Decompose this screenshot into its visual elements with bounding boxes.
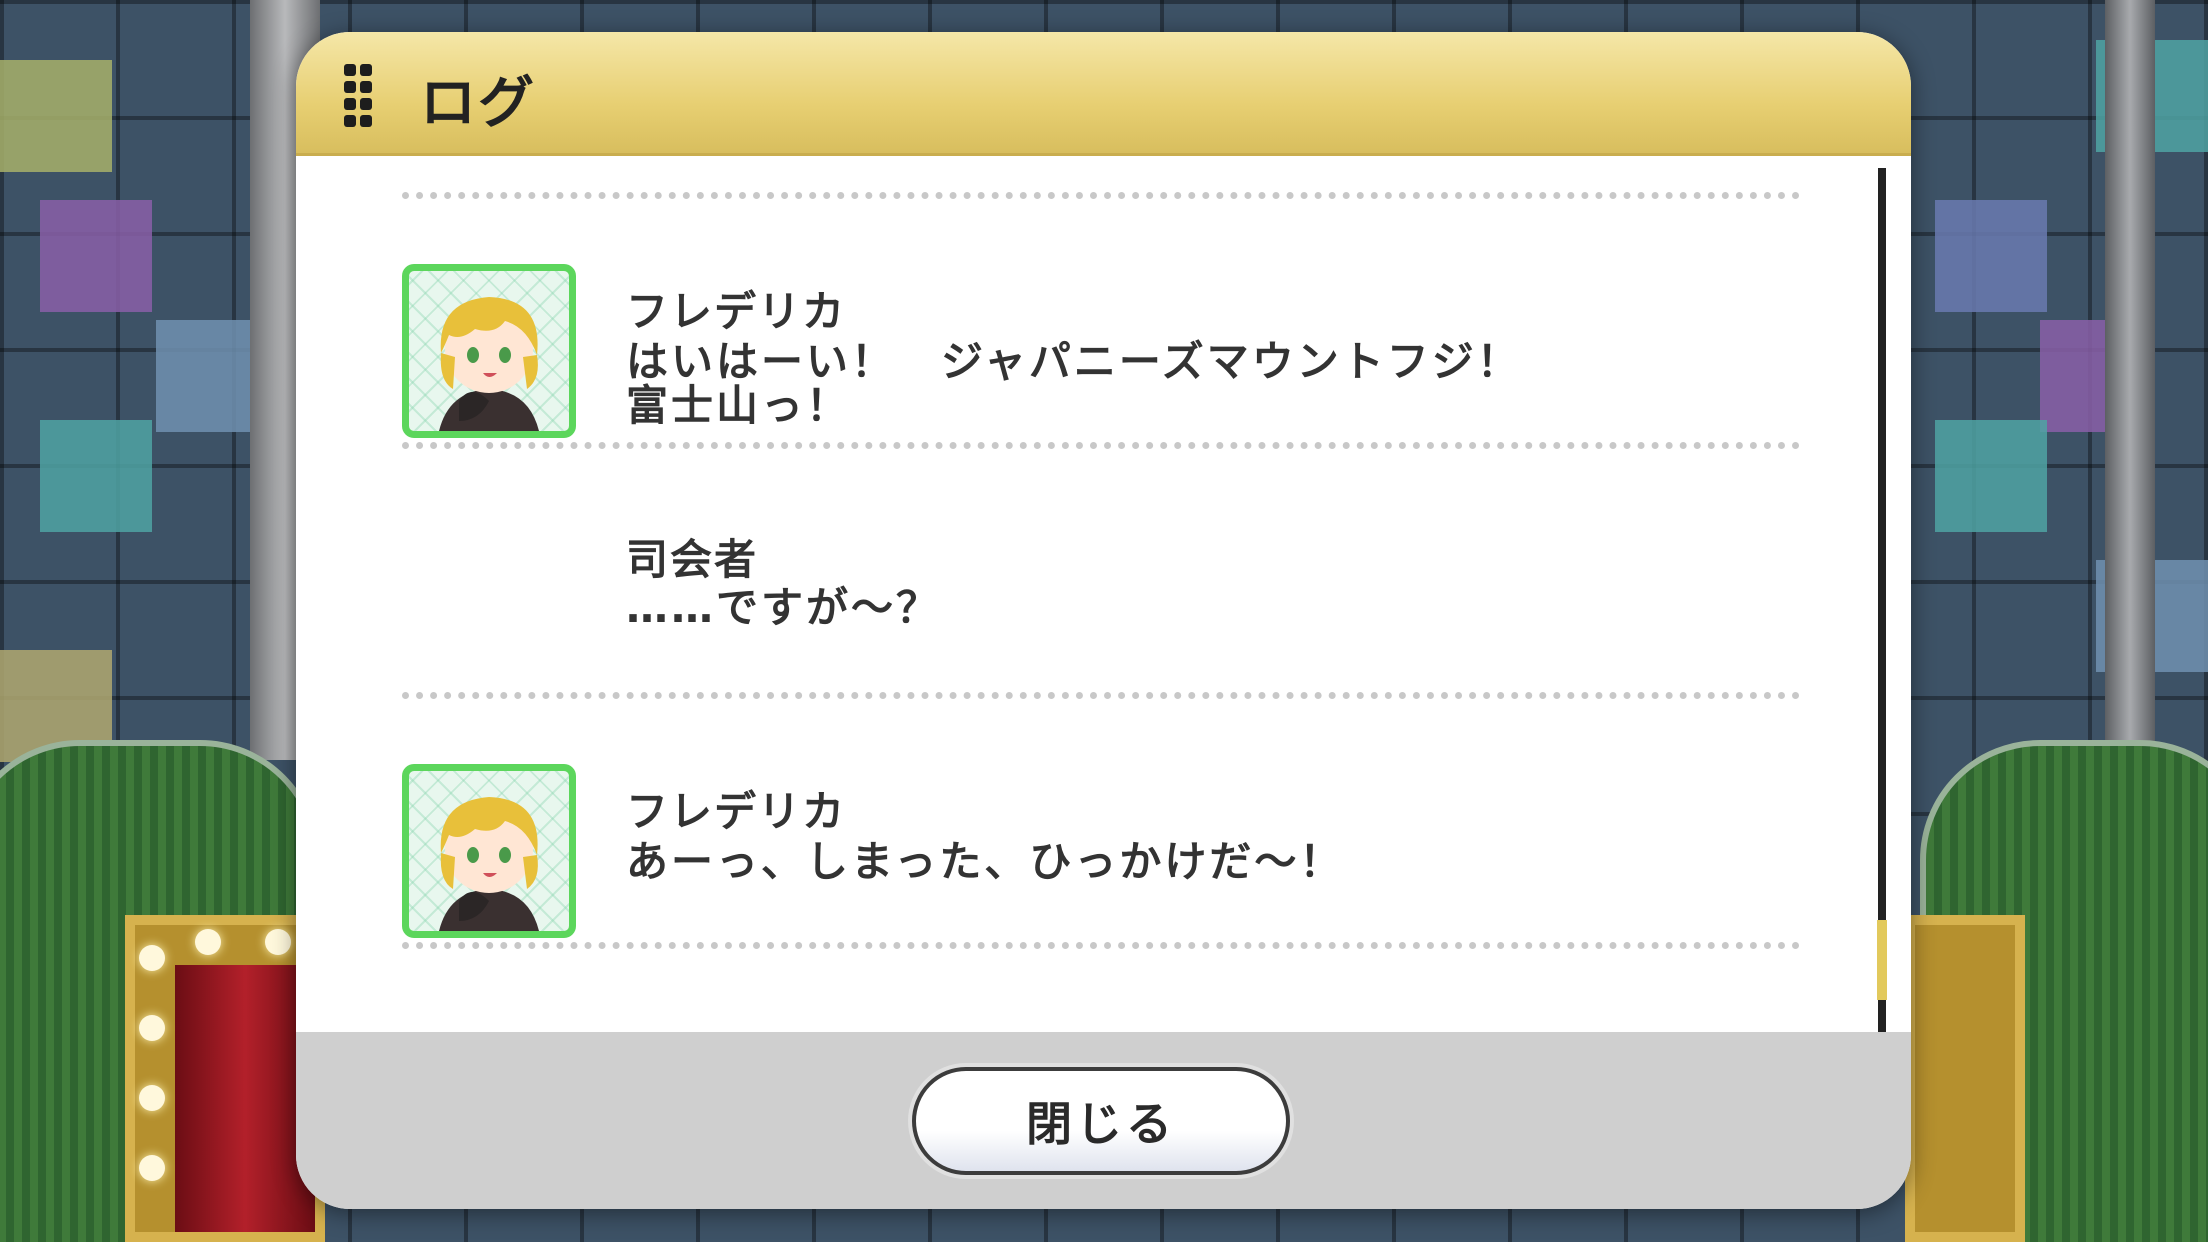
close-button[interactable]: 閉じる <box>912 1067 1290 1175</box>
light-bulb <box>265 929 291 955</box>
log-list[interactable]: フレデリカ はいはーい！ ジャパニーズマウントフジ！ 富士山っ！ 司会者 ……で… <box>296 156 1911 1066</box>
avatar <box>402 264 576 438</box>
curtain <box>175 965 315 1232</box>
divider <box>402 942 1800 949</box>
log-entry: 司会者 ……ですが～？ <box>296 442 1911 682</box>
log-dialog: ログ フレデリカ はいはーい！ ジャパニーズマウントフジ！ 富士山っ！ 司会者 … <box>296 32 1911 1209</box>
grip-icon[interactable] <box>344 64 372 128</box>
scrollbar-thumb[interactable] <box>1877 920 1887 1000</box>
dialog-title: ログ <box>420 71 536 136</box>
pillar-right <box>2105 0 2155 760</box>
character-portrait-icon <box>439 797 539 931</box>
background-tile <box>1935 200 2047 312</box>
divider <box>402 192 1800 199</box>
light-bulb <box>139 945 165 971</box>
light-bulb <box>139 1155 165 1181</box>
message-text: はいはーい！ ジャパニーズマウントフジ！ 富士山っ！ <box>626 337 1522 430</box>
dialog-header: ログ <box>296 32 1911 156</box>
message-text: あーっ、しまった、ひっかけだ～！ <box>626 837 1345 886</box>
light-bulb <box>139 1015 165 1041</box>
divider <box>402 692 1800 699</box>
dialog-footer: 閉じる <box>296 1032 1911 1209</box>
background-tile <box>1935 420 2047 532</box>
speaker-name: フレデリカ <box>626 287 847 336</box>
background-tile <box>40 200 152 312</box>
light-bulb <box>139 1085 165 1111</box>
stage-frame-left <box>125 915 325 1242</box>
background-tile <box>40 420 152 532</box>
speaker-name: フレデリカ <box>626 787 847 836</box>
scrollbar-track[interactable] <box>1878 168 1886 1048</box>
speaker-name: 司会者 <box>626 535 759 584</box>
avatar <box>402 764 576 938</box>
message-text: ……ですが～？ <box>626 583 942 632</box>
light-bulb <box>195 929 221 955</box>
log-entry: フレデリカ あーっ、しまった、ひっかけだ～！ <box>296 764 1911 1004</box>
stage-frame-right <box>1905 915 2025 1242</box>
background-tile <box>0 60 112 172</box>
character-portrait-icon <box>439 297 539 431</box>
